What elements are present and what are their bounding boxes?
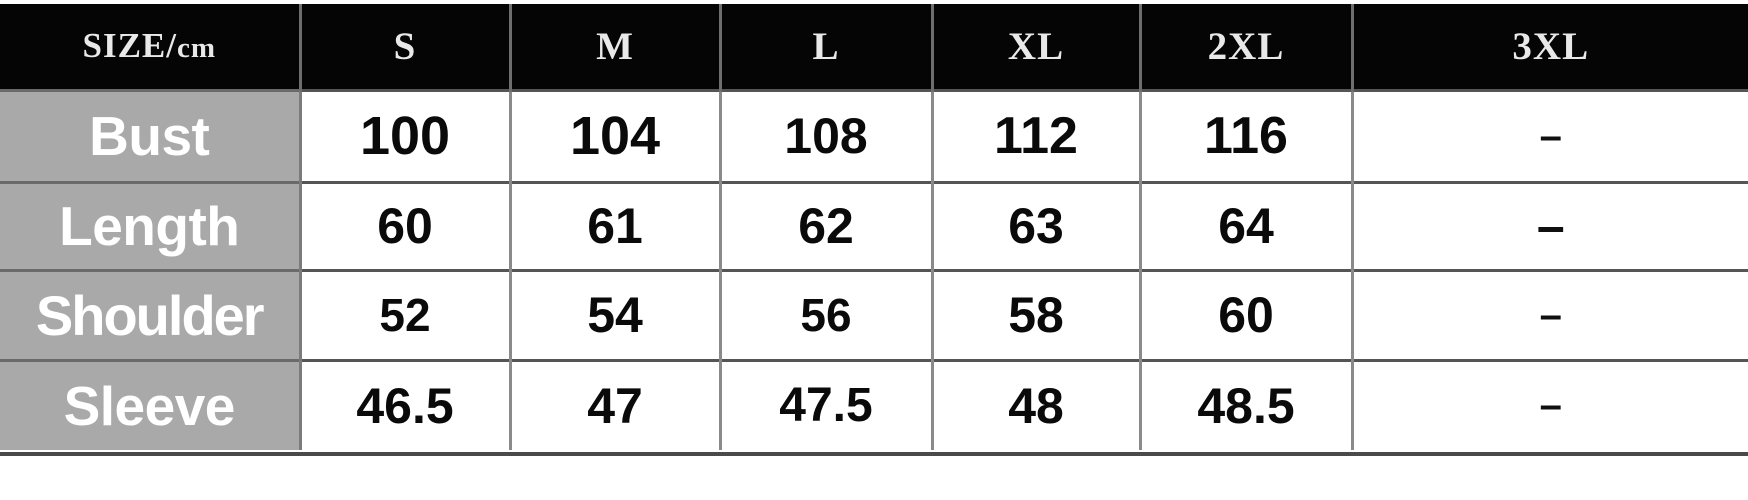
table-row-bust: Bust 100 104 108 112 116 –	[0, 88, 1748, 182]
cell-shoulder-xl: 58	[932, 268, 1142, 360]
column-header-2xl: 2XL	[1140, 4, 1354, 90]
cell-sleeve-2xl: 48.5	[1140, 358, 1354, 450]
cell-length-xl: 63	[932, 180, 1142, 270]
cell-sleeve-s: 46.5	[300, 358, 512, 450]
column-header-l: L	[720, 4, 934, 90]
column-header-size-label: SIZE/cm	[0, 4, 302, 90]
column-header-m: M	[510, 4, 722, 90]
table-bottom-border	[0, 452, 1748, 456]
cell-bust-l: 108	[720, 88, 934, 182]
cell-sleeve-xl: 48	[932, 358, 1142, 450]
cell-length-m: 61	[510, 180, 722, 270]
table-body: Bust 100 104 108 112 116 – Length 60 61 …	[0, 88, 1748, 450]
cell-shoulder-m: 54	[510, 268, 722, 360]
size-chart-table: SIZE/cm S M L XL 2XL 3XL Bust 100 104 10…	[0, 0, 1748, 500]
cell-bust-3xl: –	[1352, 88, 1748, 182]
column-header-3xl: 3XL	[1352, 4, 1748, 90]
cell-shoulder-3xl: –	[1352, 268, 1748, 360]
table-header: SIZE/cm S M L XL 2XL 3XL	[0, 4, 1748, 90]
header-row: SIZE/cm S M L XL 2XL 3XL	[0, 4, 1748, 90]
table-row-sleeve: Sleeve 46.5 47 47.5 48 48.5 –	[0, 358, 1748, 450]
cell-length-3xl: –	[1352, 180, 1748, 270]
cell-bust-2xl: 116	[1140, 88, 1354, 182]
row-label-sleeve: Sleeve	[0, 358, 302, 450]
cell-shoulder-2xl: 60	[1140, 268, 1354, 360]
header-unit-text: cm	[176, 32, 217, 65]
cell-length-2xl: 64	[1140, 180, 1354, 270]
cell-bust-xl: 112	[932, 88, 1142, 182]
cell-sleeve-m: 47	[510, 358, 722, 450]
cell-bust-m: 104	[510, 88, 722, 182]
cell-shoulder-s: 52	[300, 268, 512, 360]
row-label-bust: Bust	[0, 88, 302, 182]
row-label-length: Length	[0, 180, 302, 270]
cell-bust-s: 100	[300, 88, 512, 182]
cell-shoulder-l: 56	[720, 268, 934, 360]
cell-sleeve-l: 47.5	[720, 358, 934, 450]
measurements-table: SIZE/cm S M L XL 2XL 3XL Bust 100 104 10…	[0, 4, 1748, 450]
cell-sleeve-3xl: –	[1352, 358, 1748, 450]
header-size-text: SIZE/	[82, 26, 177, 66]
column-header-xl: XL	[932, 4, 1142, 90]
cell-length-l: 62	[720, 180, 934, 270]
table-row-length: Length 60 61 62 63 64 –	[0, 180, 1748, 270]
table-row-shoulder: Shoulder 52 54 56 58 60 –	[0, 268, 1748, 360]
cell-length-s: 60	[300, 180, 512, 270]
column-header-s: S	[300, 4, 512, 90]
row-label-shoulder: Shoulder	[0, 268, 302, 360]
